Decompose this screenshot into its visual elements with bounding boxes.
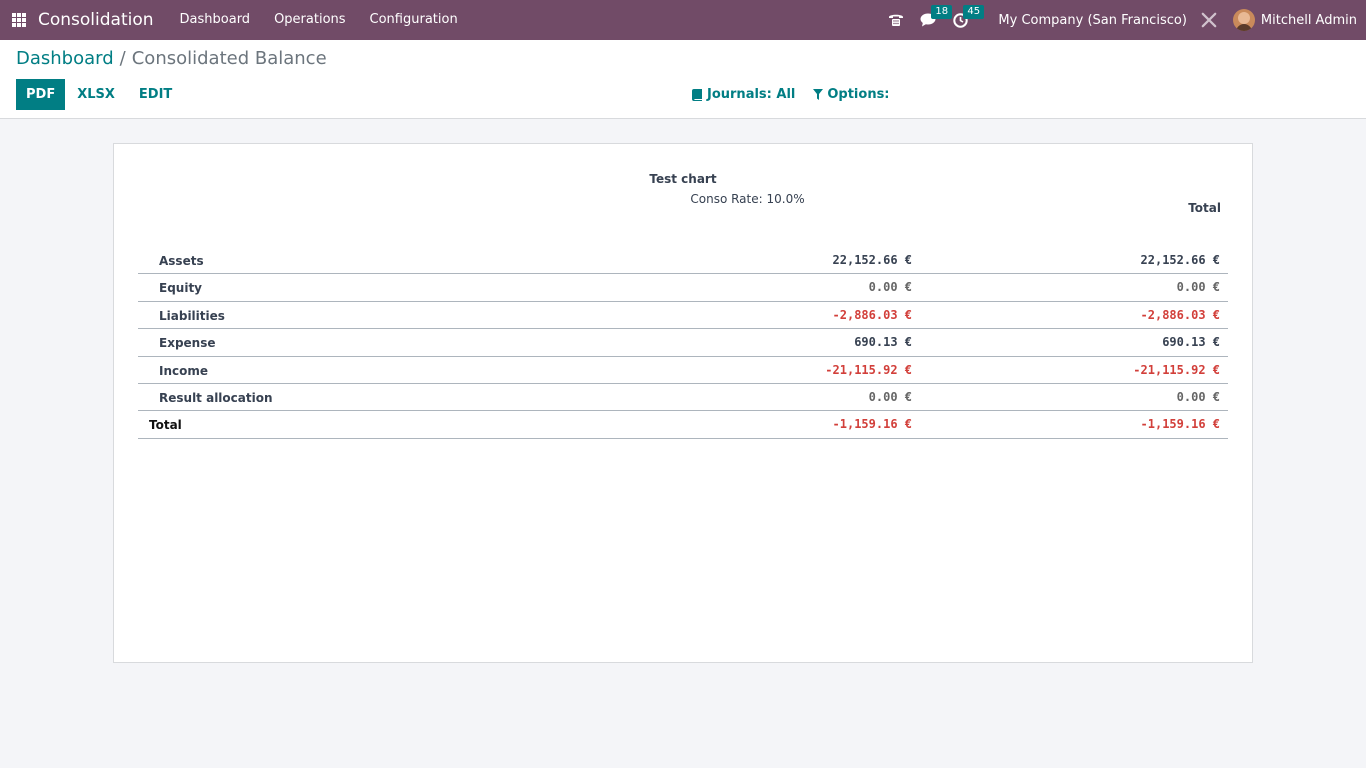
book-icon xyxy=(692,88,702,101)
table-row[interactable]: Income -21,115.92 € -21,115.92 € xyxy=(138,357,1228,384)
phone-icon[interactable] xyxy=(888,12,904,28)
row-total: 690.13 € xyxy=(1162,335,1220,350)
chat-icon[interactable]: 18 xyxy=(920,5,953,28)
company-switcher[interactable]: My Company (San Francisco) xyxy=(998,13,1186,28)
report-table: Assets 22,152.66 € 22,152.66 € Equity 0.… xyxy=(138,247,1228,439)
control-panel: Dashboard / Consolidated Balance PDF XLS… xyxy=(0,40,1366,119)
row-value[interactable]: -21,115.92 € xyxy=(825,363,912,377)
main-menu: Dashboard Operations Configuration xyxy=(168,0,470,40)
apps-menu-icon[interactable] xyxy=(12,13,26,27)
report-filters: Journals: All Options: xyxy=(692,87,908,102)
journals-filter[interactable]: Journals: All xyxy=(692,87,795,102)
breadcrumb-separator: / xyxy=(119,48,126,69)
row-label: Result allocation xyxy=(159,390,273,405)
options-filter[interactable]: Options: xyxy=(813,87,890,102)
user-avatar xyxy=(1232,9,1255,31)
row-label: Equity xyxy=(159,281,203,296)
total-row-label: Total xyxy=(149,418,182,433)
app-brand[interactable]: Consolidation xyxy=(38,10,154,30)
xlsx-button[interactable]: XLSX xyxy=(65,79,127,110)
row-total: 0.00 € xyxy=(1176,280,1220,295)
row-total: -21,115.92 € xyxy=(1133,362,1220,377)
row-value[interactable]: 690.13 € xyxy=(854,335,912,349)
row-value[interactable]: 22,152.66 € xyxy=(833,253,912,267)
row-label: Income xyxy=(159,363,209,378)
activity-count-badge: 45 xyxy=(963,5,985,19)
chart-title: Test chart xyxy=(649,172,717,186)
report-buttons: PDF XLSX EDIT xyxy=(16,79,184,110)
total-row-total: -1,159.16 € xyxy=(1140,417,1220,432)
conso-rate: Conso Rate: 10.0% xyxy=(690,192,805,206)
breadcrumb: Dashboard / Consolidated Balance xyxy=(16,48,327,69)
row-value[interactable]: 0.00 € xyxy=(869,280,912,294)
table-row[interactable]: Liabilities -2,886.03 € -2,886.03 € xyxy=(138,302,1228,330)
pdf-button[interactable]: PDF xyxy=(16,79,66,110)
options-filter-label: Options: xyxy=(827,87,890,102)
total-row-value: -1,159.16 € xyxy=(832,417,912,432)
table-row[interactable]: Assets 22,152.66 € 22,152.66 € xyxy=(138,247,1228,275)
row-value[interactable]: -2,886.03 € xyxy=(833,308,912,322)
row-total: -2,886.03 € xyxy=(1140,307,1220,322)
systray: 18 45 My Company (San Francisco) Mitchel… xyxy=(888,0,1366,40)
activity-clock-icon[interactable]: 45 xyxy=(952,5,985,28)
filter-icon xyxy=(813,89,824,100)
row-value[interactable]: 0.00 € xyxy=(869,390,912,404)
user-name: Mitchell Admin xyxy=(1260,12,1357,28)
row-label: Liabilities xyxy=(159,308,225,323)
row-total: 0.00 € xyxy=(1176,389,1220,404)
breadcrumb-current: Consolidated Balance xyxy=(131,48,327,69)
menu-item-dashboard[interactable]: Dashboard xyxy=(168,0,263,40)
debug-tools-icon[interactable] xyxy=(1201,12,1217,28)
table-row[interactable]: Result allocation 0.00 € 0.00 € xyxy=(138,384,1228,412)
table-total-row: Total -1,159.16 € -1,159.16 € xyxy=(138,411,1228,439)
report-card: Test chart Conso Rate: 10.0% Total Asset… xyxy=(113,143,1253,663)
table-row[interactable]: Expense 690.13 € 690.13 € xyxy=(138,329,1228,357)
menu-item-operations[interactable]: Operations xyxy=(262,0,357,40)
menu-item-configuration[interactable]: Configuration xyxy=(358,0,470,40)
edit-button[interactable]: EDIT xyxy=(127,79,184,110)
breadcrumb-dashboard-link[interactable]: Dashboard xyxy=(16,48,114,69)
row-total: 22,152.66 € xyxy=(1140,253,1220,267)
row-label: Assets xyxy=(159,254,204,268)
total-column-header: Total xyxy=(1188,201,1221,215)
user-menu[interactable]: Mitchell Admin xyxy=(1232,9,1357,31)
top-navbar: Consolidation Dashboard Operations Confi… xyxy=(0,0,1366,40)
row-label: Expense xyxy=(159,336,216,351)
chat-count-badge: 18 xyxy=(931,5,953,19)
journals-filter-label: Journals: All xyxy=(707,87,796,102)
table-row[interactable]: Equity 0.00 € 0.00 € xyxy=(138,274,1228,302)
